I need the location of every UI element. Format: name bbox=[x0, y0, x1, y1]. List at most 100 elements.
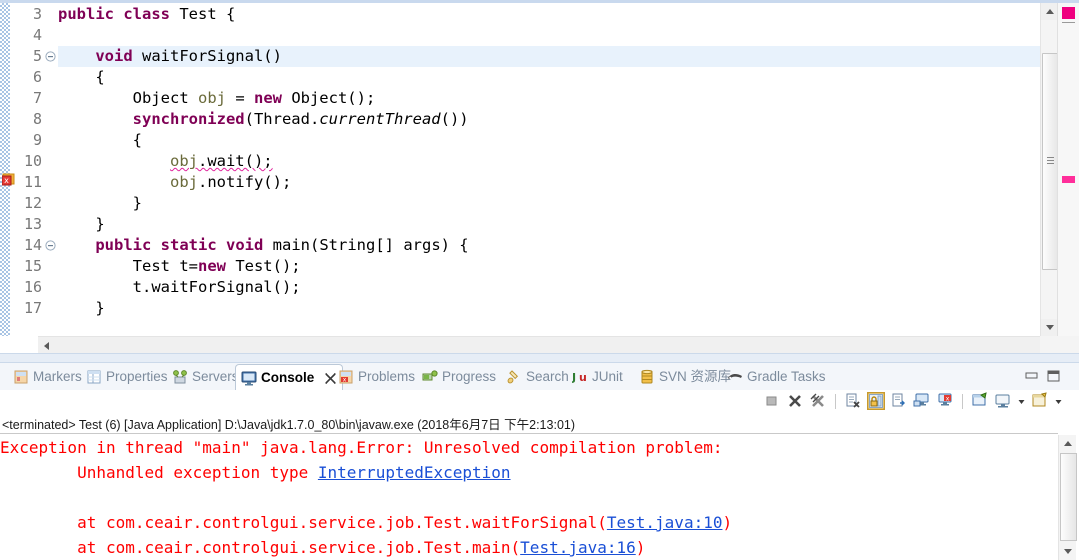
line-number: 10 bbox=[23, 152, 42, 170]
terminate-icon[interactable] bbox=[763, 392, 781, 410]
console-scroll-down-button[interactable] bbox=[1059, 543, 1076, 560]
tab-label: Progress bbox=[442, 369, 497, 385]
line-number: 6 bbox=[32, 68, 42, 86]
tab-console[interactable]: Console bbox=[235, 364, 344, 391]
code-line[interactable] bbox=[58, 25, 1040, 46]
clear-console-icon[interactable] bbox=[844, 392, 862, 410]
display-console-icon[interactable] bbox=[994, 392, 1012, 410]
console-output-text[interactable]: Exception in thread "main" java.lang.Err… bbox=[0, 435, 1055, 560]
editor-scroll-corner-right bbox=[1040, 336, 1079, 353]
remove-all-terminated-icon[interactable] bbox=[809, 392, 827, 410]
code-line[interactable]: public class Test { bbox=[58, 4, 1040, 25]
code-line[interactable]: Object obj = new Object(); bbox=[58, 88, 1040, 109]
show-console-stdout-icon[interactable] bbox=[913, 392, 931, 410]
console-scroll-up-button[interactable] bbox=[1059, 435, 1076, 452]
show-console-stderr-icon[interactable]: x bbox=[936, 392, 954, 410]
separator-1 bbox=[835, 393, 836, 409]
code-line[interactable]: } bbox=[58, 193, 1040, 214]
svg-text:x: x bbox=[343, 377, 347, 384]
console-output-line: at com.ceair.controlgui.service.job.Test… bbox=[0, 510, 1055, 535]
console-text-segment: Exception in thread "main" java.lang.Err… bbox=[0, 438, 733, 457]
error-marker-icon[interactable]: x bbox=[1, 171, 16, 186]
tab-label: Search bbox=[526, 369, 569, 385]
code-line[interactable]: } bbox=[58, 214, 1040, 235]
code-line[interactable]: public static void main(String[] args) { bbox=[58, 235, 1040, 256]
tab-label: Markers bbox=[33, 369, 82, 385]
code-line[interactable]: } bbox=[58, 298, 1040, 319]
minimize-panel-button[interactable] bbox=[1024, 369, 1040, 383]
bottom-view-panel: Markers Properties Servers Console x Problems… bbox=[0, 363, 1079, 560]
console-stack-trace-link[interactable]: Test.java:10 bbox=[607, 513, 723, 532]
tab-problems[interactable]: x Problems bbox=[333, 365, 420, 389]
tab-search[interactable]: Search bbox=[501, 365, 574, 389]
console-output-line: Exception in thread "main" java.lang.Err… bbox=[0, 435, 1055, 460]
console-vertical-scrollbar[interactable] bbox=[1058, 435, 1077, 560]
caret-down-icon[interactable] bbox=[1054, 392, 1063, 410]
remove-launch-icon[interactable] bbox=[786, 392, 804, 410]
editor-panel-splitter[interactable] bbox=[0, 353, 1079, 363]
word-wrap-icon[interactable] bbox=[890, 392, 908, 410]
code-line[interactable]: obj.wait(); bbox=[58, 151, 1040, 172]
junit-icon: Ju bbox=[571, 369, 588, 385]
console-toolbar-row: x bbox=[0, 390, 1079, 414]
svg-text:x: x bbox=[4, 176, 9, 185]
line-number: 8 bbox=[32, 110, 42, 128]
tab-servers[interactable]: Servers bbox=[167, 365, 244, 389]
code-line[interactable]: obj.notify(); bbox=[58, 172, 1040, 193]
overview-marker-error[interactable] bbox=[1062, 176, 1075, 183]
editor-scroll-down-button[interactable] bbox=[1041, 319, 1058, 336]
maximize-panel-button[interactable] bbox=[1046, 369, 1062, 383]
tab-label: Console bbox=[261, 370, 315, 386]
editor-scroll-left-button[interactable] bbox=[38, 337, 55, 354]
scroll-lock-icon[interactable] bbox=[867, 392, 885, 410]
open-console-icon[interactable] bbox=[1031, 392, 1049, 410]
tab-label: SVN 资源库 bbox=[659, 369, 732, 385]
tab-label: Gradle Tasks bbox=[747, 369, 826, 385]
code-line[interactable]: t.waitForSignal(); bbox=[58, 277, 1040, 298]
overview-marker-top[interactable] bbox=[1062, 7, 1075, 19]
console-output-line: at com.ceair.controlgui.service.job.Test… bbox=[0, 535, 1055, 560]
fold-collapse-icon[interactable] bbox=[45, 235, 56, 256]
search-icon bbox=[506, 369, 522, 385]
console-toolbar: x bbox=[763, 392, 1063, 410]
code-line[interactable]: void waitForSignal() bbox=[58, 46, 1040, 67]
line-number: 17 bbox=[23, 299, 42, 317]
tab-gradle-tasks[interactable]: Gradle Tasks bbox=[722, 365, 831, 389]
tab-progress[interactable]: Progress bbox=[417, 365, 501, 389]
code-line[interactable]: Test t=new Test(); bbox=[58, 256, 1040, 277]
code-line[interactable]: { bbox=[58, 67, 1040, 88]
editor-line-number-gutter[interactable]: 3 4 5 6 7 8 9 10 11 12 13 14 15 16 17 bbox=[10, 3, 58, 336]
code-lines[interactable]: public class Test { void waitForSignal()… bbox=[58, 3, 1040, 336]
line-number: 13 bbox=[23, 215, 42, 233]
markers-icon bbox=[13, 369, 29, 385]
console-scrollbar-thumb[interactable] bbox=[1060, 453, 1077, 541]
pin-console-icon[interactable] bbox=[971, 392, 989, 410]
tab-label: Properties bbox=[106, 369, 168, 385]
gradle-icon bbox=[727, 369, 743, 385]
code-line[interactable]: { bbox=[58, 130, 1040, 151]
console-text-segment: ) bbox=[722, 513, 733, 532]
editor-text-area[interactable]: 3 4 5 6 7 8 9 10 11 12 13 14 15 16 17 x public class T… bbox=[0, 3, 1040, 336]
editor-vertical-scrollbar[interactable] bbox=[1040, 3, 1059, 336]
tab-markers[interactable]: Markers bbox=[8, 365, 87, 389]
console-icon bbox=[241, 370, 257, 386]
line-number: 14 bbox=[23, 236, 42, 254]
code-line[interactable]: synchronized(Thread.currentThread()) bbox=[58, 109, 1040, 130]
console-stack-trace-link[interactable]: InterruptedException bbox=[318, 463, 511, 482]
tab-properties[interactable]: Properties bbox=[81, 365, 173, 389]
tab-junit[interactable]: Ju JUnit bbox=[567, 365, 628, 389]
tab-svn[interactable]: SVN 资源库 bbox=[634, 365, 736, 389]
servers-icon bbox=[172, 369, 188, 385]
console-stack-trace-link[interactable]: Test.java:16 bbox=[520, 538, 636, 557]
caret-down-icon[interactable] bbox=[1017, 392, 1026, 410]
console-output-line: Unhandled exception type InterruptedExce… bbox=[0, 460, 1055, 485]
line-number: 3 bbox=[32, 5, 42, 23]
tab-label: JUnit bbox=[592, 369, 623, 385]
editor-overview-ruler[interactable] bbox=[1057, 3, 1079, 336]
line-number: 5 bbox=[32, 47, 42, 65]
editor-scroll-up-button[interactable] bbox=[1041, 3, 1058, 20]
fold-collapse-icon[interactable] bbox=[45, 46, 56, 67]
tab-label: Problems bbox=[358, 369, 416, 385]
svg-text:x: x bbox=[946, 395, 950, 402]
editor-horizontal-scrollbar[interactable] bbox=[38, 336, 1040, 354]
